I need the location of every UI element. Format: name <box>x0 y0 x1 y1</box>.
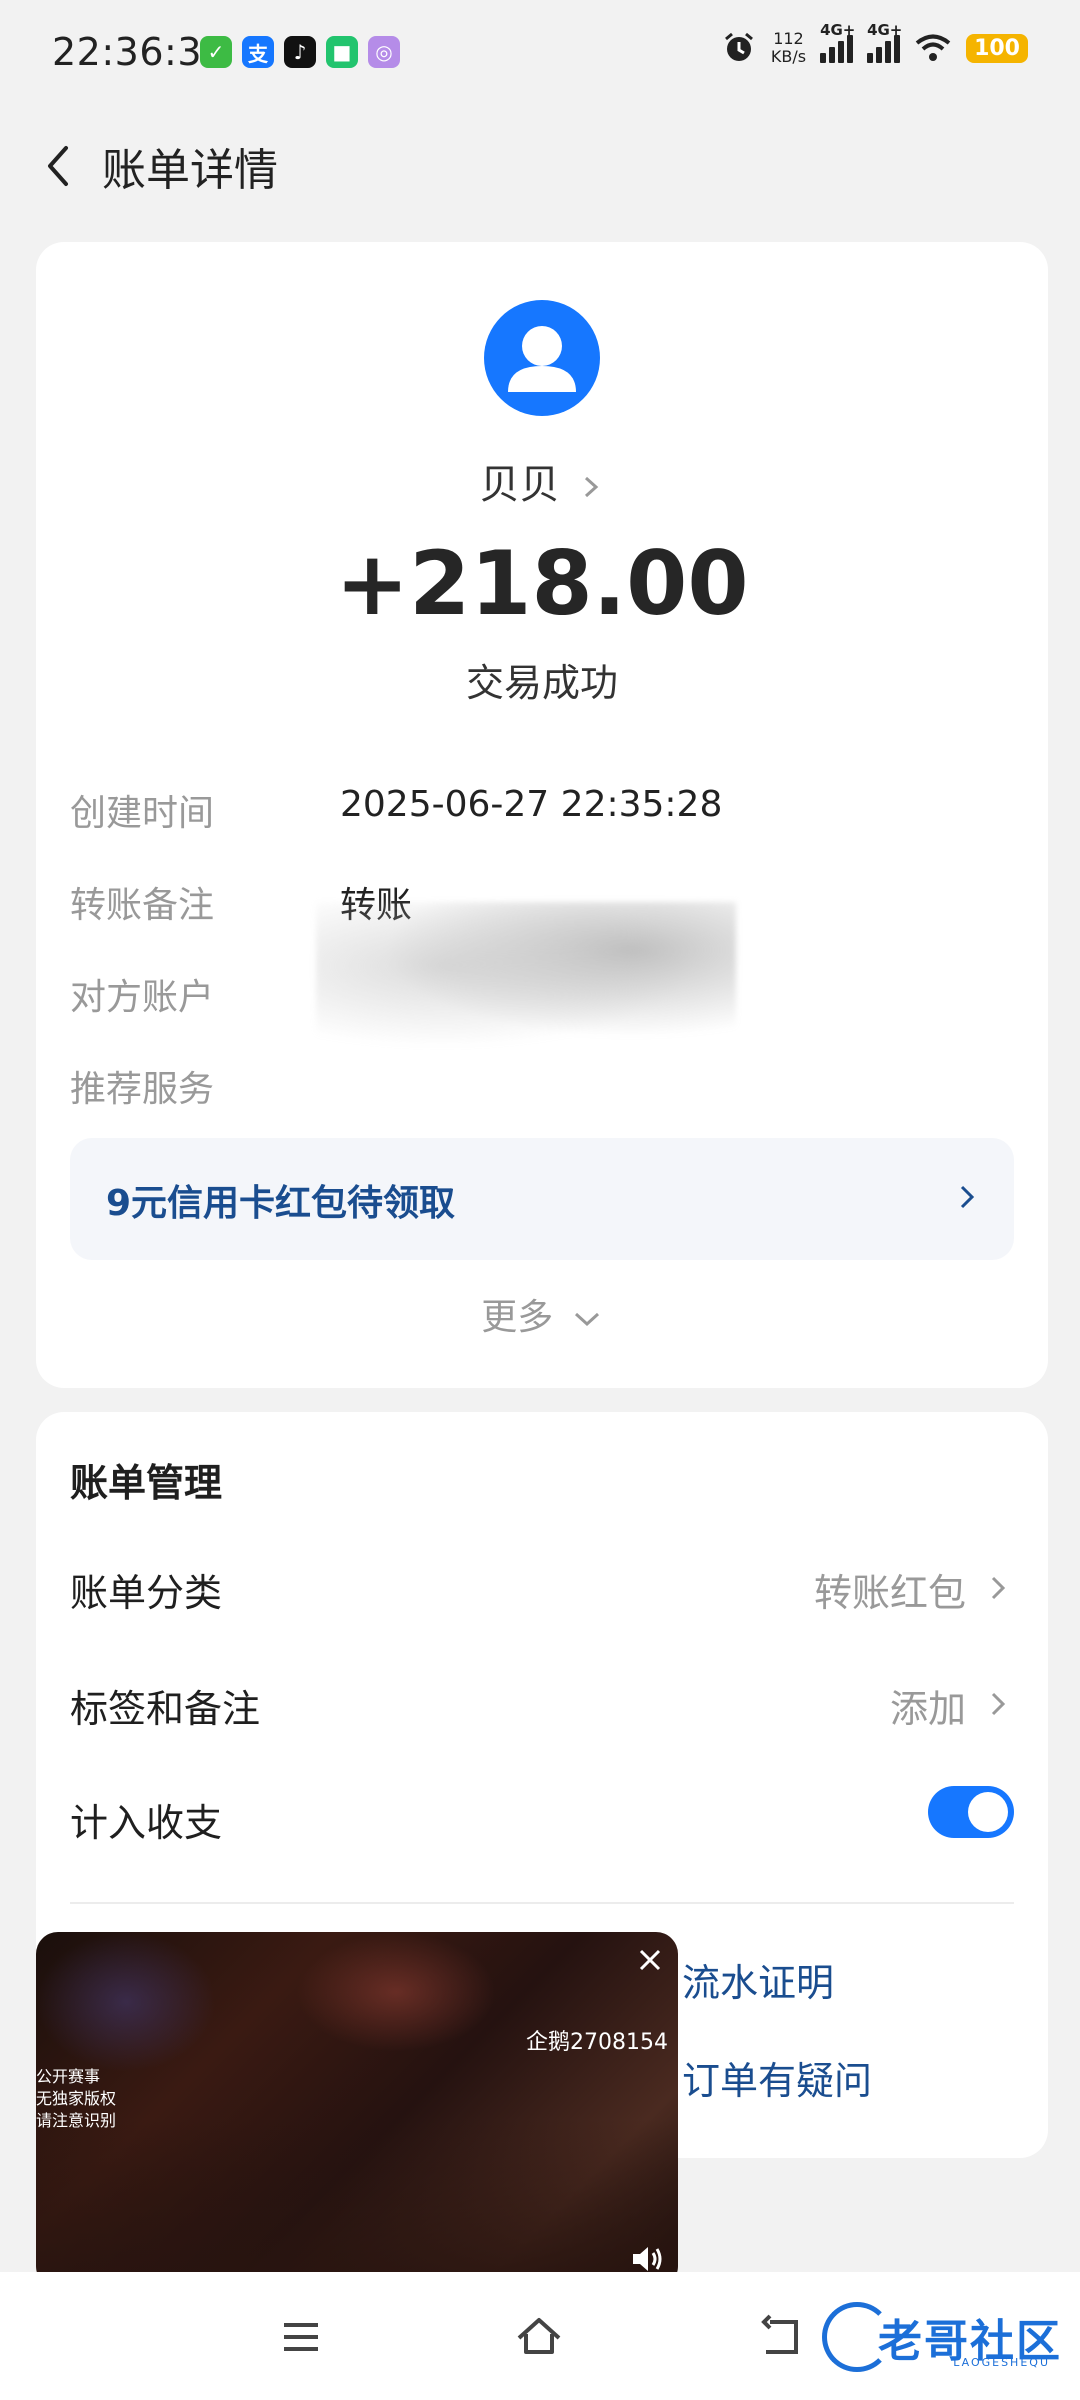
promo-banner[interactable]: 9元信用卡红包待领取 <box>70 1138 1014 1260</box>
transaction-status: 交易成功 <box>465 661 618 705</box>
crowd-image <box>36 2118 678 2288</box>
alipay-icon: 支 <box>242 36 274 68</box>
back-icon[interactable] <box>32 138 88 194</box>
app-icon-purple: ◎ <box>368 36 400 68</box>
order-question-link[interactable]: 订单有疑问 <box>682 2050 872 2105</box>
dragon-logo-icon <box>822 2302 892 2372</box>
close-icon[interactable] <box>636 1946 664 1974</box>
include-stats-row: 计入收支 <box>70 1786 1014 1852</box>
section-title: 账单管理 <box>70 1461 223 1505</box>
status-right: 112 KB/s 4G+ 4G+ 100 <box>721 21 1028 66</box>
divider <box>70 1902 1014 1904</box>
bill-card: 贝贝 +218.00 交易成功 创建时间 2025-06-27 22:35:28… <box>36 242 1048 1388</box>
page-header: 账单详情 <box>0 120 1080 210</box>
app-icon-lock: ■ <box>326 36 358 68</box>
video-watermark-text: 企鹅2708154 <box>526 2030 668 2055</box>
chevron-right-icon <box>585 476 599 498</box>
alarm-icon <box>724 32 753 61</box>
signal-icon-2: 4G+ <box>867 21 902 63</box>
notification-icons: ✓ 支 ♪ ■ ◎ <box>200 36 400 68</box>
page-title: 账单详情 <box>102 145 278 196</box>
signal-icon: 4G+ <box>820 21 855 63</box>
payer-name: 贝贝 <box>479 462 560 508</box>
chevron-right-icon <box>960 1185 975 1209</box>
avatar[interactable] <box>484 300 600 416</box>
status-bar: 22:36:31 ✓ 支 ♪ ■ ◎ 112 KB/s 4G+ 4G+ 100 <box>0 0 1080 100</box>
tag-remark-row[interactable]: 标签和备注 添加 <box>70 1678 1014 1738</box>
battery-icon: 100 <box>966 33 1028 63</box>
promo-text: 9元信用卡红包待领取 <box>106 1183 456 1224</box>
sound-icon[interactable] <box>630 2244 666 2274</box>
chevron-right-icon <box>991 1692 1006 1716</box>
more-button[interactable]: 更多 <box>36 1288 1048 1340</box>
video-notice: 公开赛事 无独家版权 请注意识别 <box>36 2067 117 2130</box>
include-stats-toggle[interactable] <box>928 1786 1014 1838</box>
network-speed: 112 KB/s <box>770 29 807 66</box>
menu-icon[interactable] <box>276 2312 326 2362</box>
watermark-subtext: LAOGESHEQU <box>953 2356 1050 2369</box>
wifi-icon <box>915 34 951 61</box>
stage-light <box>36 1932 216 2072</box>
chevron-down-icon <box>574 1312 599 1327</box>
app-icon-green: ✓ <box>200 36 232 68</box>
navigation-bar: 老哥社区 LAOGESHEQU <box>0 2272 1080 2400</box>
redacted-area <box>316 902 736 1062</box>
payer-name-row[interactable]: 贝贝 <box>36 452 1048 510</box>
amount: +218.00 <box>335 532 749 635</box>
chevron-right-icon <box>991 1576 1006 1600</box>
user-icon <box>508 326 576 392</box>
tiktok-icon: ♪ <box>284 36 316 68</box>
category-row[interactable]: 账单分类 转账红包 <box>70 1562 1014 1622</box>
back-nav-icon[interactable] <box>756 2312 806 2362</box>
statement-proof-link[interactable]: 流水证明 <box>682 1952 834 2007</box>
stage-light <box>296 1932 496 2052</box>
floating-video-player[interactable]: 公开赛事 无独家版权 请注意识别 企鹅2708154 <box>36 1932 678 2288</box>
home-icon[interactable] <box>514 2312 564 2362</box>
